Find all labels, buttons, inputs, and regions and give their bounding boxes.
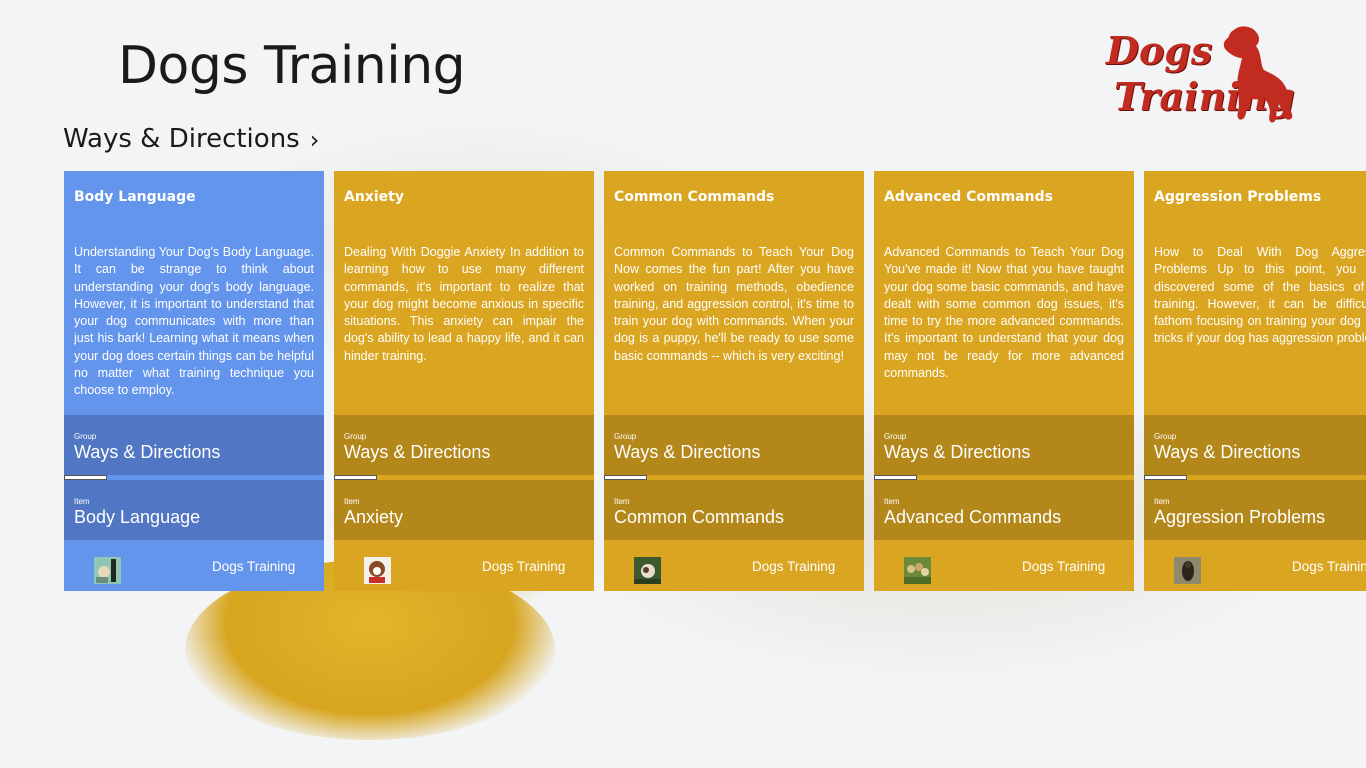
- tile-item-band: Item Body Language: [64, 480, 324, 540]
- tile-item-band: Item Advanced Commands: [874, 480, 1134, 540]
- tile-description: Understanding Your Dog's Body Language. …: [74, 245, 314, 398]
- tile-title: Advanced Commands: [884, 189, 1053, 205]
- tile-source: Dogs Training: [752, 559, 836, 574]
- logo-text-line1: Dogs: [1106, 28, 1213, 73]
- tile-description: Dealing With Doggie Anxiety In addition …: [344, 245, 584, 363]
- tile-source: Dogs Training: [212, 559, 296, 574]
- tile-anxiety[interactable]: Anxiety Dealing With Doggie Anxiety In a…: [334, 171, 594, 591]
- item-label: Advanced Commands: [884, 507, 1062, 527]
- dog-thumbnail-icon: [634, 557, 661, 584]
- item-caption: Item: [74, 497, 90, 506]
- page-title: Dogs Training: [118, 36, 466, 96]
- section-title: Ways & Directions: [63, 124, 300, 154]
- item-label: Aggression Problems: [1154, 507, 1326, 527]
- item-caption: Item: [614, 497, 630, 506]
- tile-group-band: Group Ways & Directions: [1144, 415, 1366, 475]
- item-label: Body Language: [74, 507, 201, 527]
- item-caption: Item: [344, 497, 360, 506]
- tile-item-band: Item Common Commands: [604, 480, 864, 540]
- dog-thumbnail-icon: [364, 557, 391, 584]
- tile-group-band: Group Ways & Directions: [604, 415, 864, 475]
- tile-footer: Dogs Training: [604, 540, 864, 591]
- tile-description: How to Deal With Dog Aggression Problems…: [1154, 245, 1366, 346]
- tile-source: Dogs Training: [1022, 559, 1106, 574]
- tile-item-band: Item Aggression Problems: [1144, 480, 1366, 540]
- tile-aggression-problems[interactable]: Aggression Problems How to Deal With Dog…: [1144, 171, 1366, 591]
- tile-title: Common Commands: [614, 189, 775, 205]
- dog-thumbnail-icon: [904, 557, 931, 584]
- group-label: Ways & Directions: [884, 442, 1031, 462]
- tile-footer: Dogs Training: [334, 540, 594, 591]
- app-logo: Dogs Training: [1100, 22, 1300, 126]
- item-caption: Item: [1154, 497, 1170, 506]
- tile-description: Advanced Commands to Teach Your Dog You'…: [884, 245, 1124, 381]
- tile-body-language[interactable]: Body Language Understanding Your Dog's B…: [64, 171, 324, 591]
- tile-group-band: Group Ways & Directions: [874, 415, 1134, 475]
- group-label: Ways & Directions: [344, 442, 491, 462]
- tile-title: Aggression Problems: [1154, 189, 1322, 205]
- group-caption: Group: [614, 432, 637, 441]
- tile-common-commands[interactable]: Common Commands Common Commands to Teach…: [604, 171, 864, 591]
- tile-group-band: Group Ways & Directions: [64, 415, 324, 475]
- group-caption: Group: [1154, 432, 1177, 441]
- tile-source: Dogs Training: [1292, 559, 1366, 574]
- section-header-ways-directions[interactable]: Ways & Directions ›: [63, 124, 319, 154]
- group-caption: Group: [884, 432, 907, 441]
- group-caption: Group: [74, 432, 97, 441]
- tile-footer: Dogs Training: [1144, 540, 1366, 591]
- tile-item-band: Item Anxiety: [334, 480, 594, 540]
- item-caption: Item: [884, 497, 900, 506]
- tile-group-band: Group Ways & Directions: [334, 415, 594, 475]
- group-label: Ways & Directions: [614, 442, 761, 462]
- tile-footer: Dogs Training: [64, 540, 324, 591]
- group-label: Ways & Directions: [74, 442, 221, 462]
- item-label: Common Commands: [614, 507, 785, 527]
- group-caption: Group: [344, 432, 367, 441]
- dog-thumbnail-icon: [94, 557, 121, 584]
- tile-description: Common Commands to Teach Your Dog Now co…: [614, 245, 854, 363]
- group-label: Ways & Directions: [1154, 442, 1301, 462]
- item-label: Anxiety: [344, 507, 404, 527]
- tile-title: Body Language: [74, 189, 196, 205]
- tile-advanced-commands[interactable]: Advanced Commands Advanced Commands to T…: [874, 171, 1134, 591]
- tiles-grid: Body Language Understanding Your Dog's B…: [64, 171, 1366, 591]
- tile-footer: Dogs Training: [874, 540, 1134, 591]
- dog-silhouette-icon: [1223, 26, 1293, 123]
- tile-title: Anxiety: [344, 189, 404, 205]
- dog-thumbnail-icon: [1174, 557, 1201, 584]
- chevron-right-icon: ›: [309, 126, 320, 154]
- tile-source: Dogs Training: [482, 559, 566, 574]
